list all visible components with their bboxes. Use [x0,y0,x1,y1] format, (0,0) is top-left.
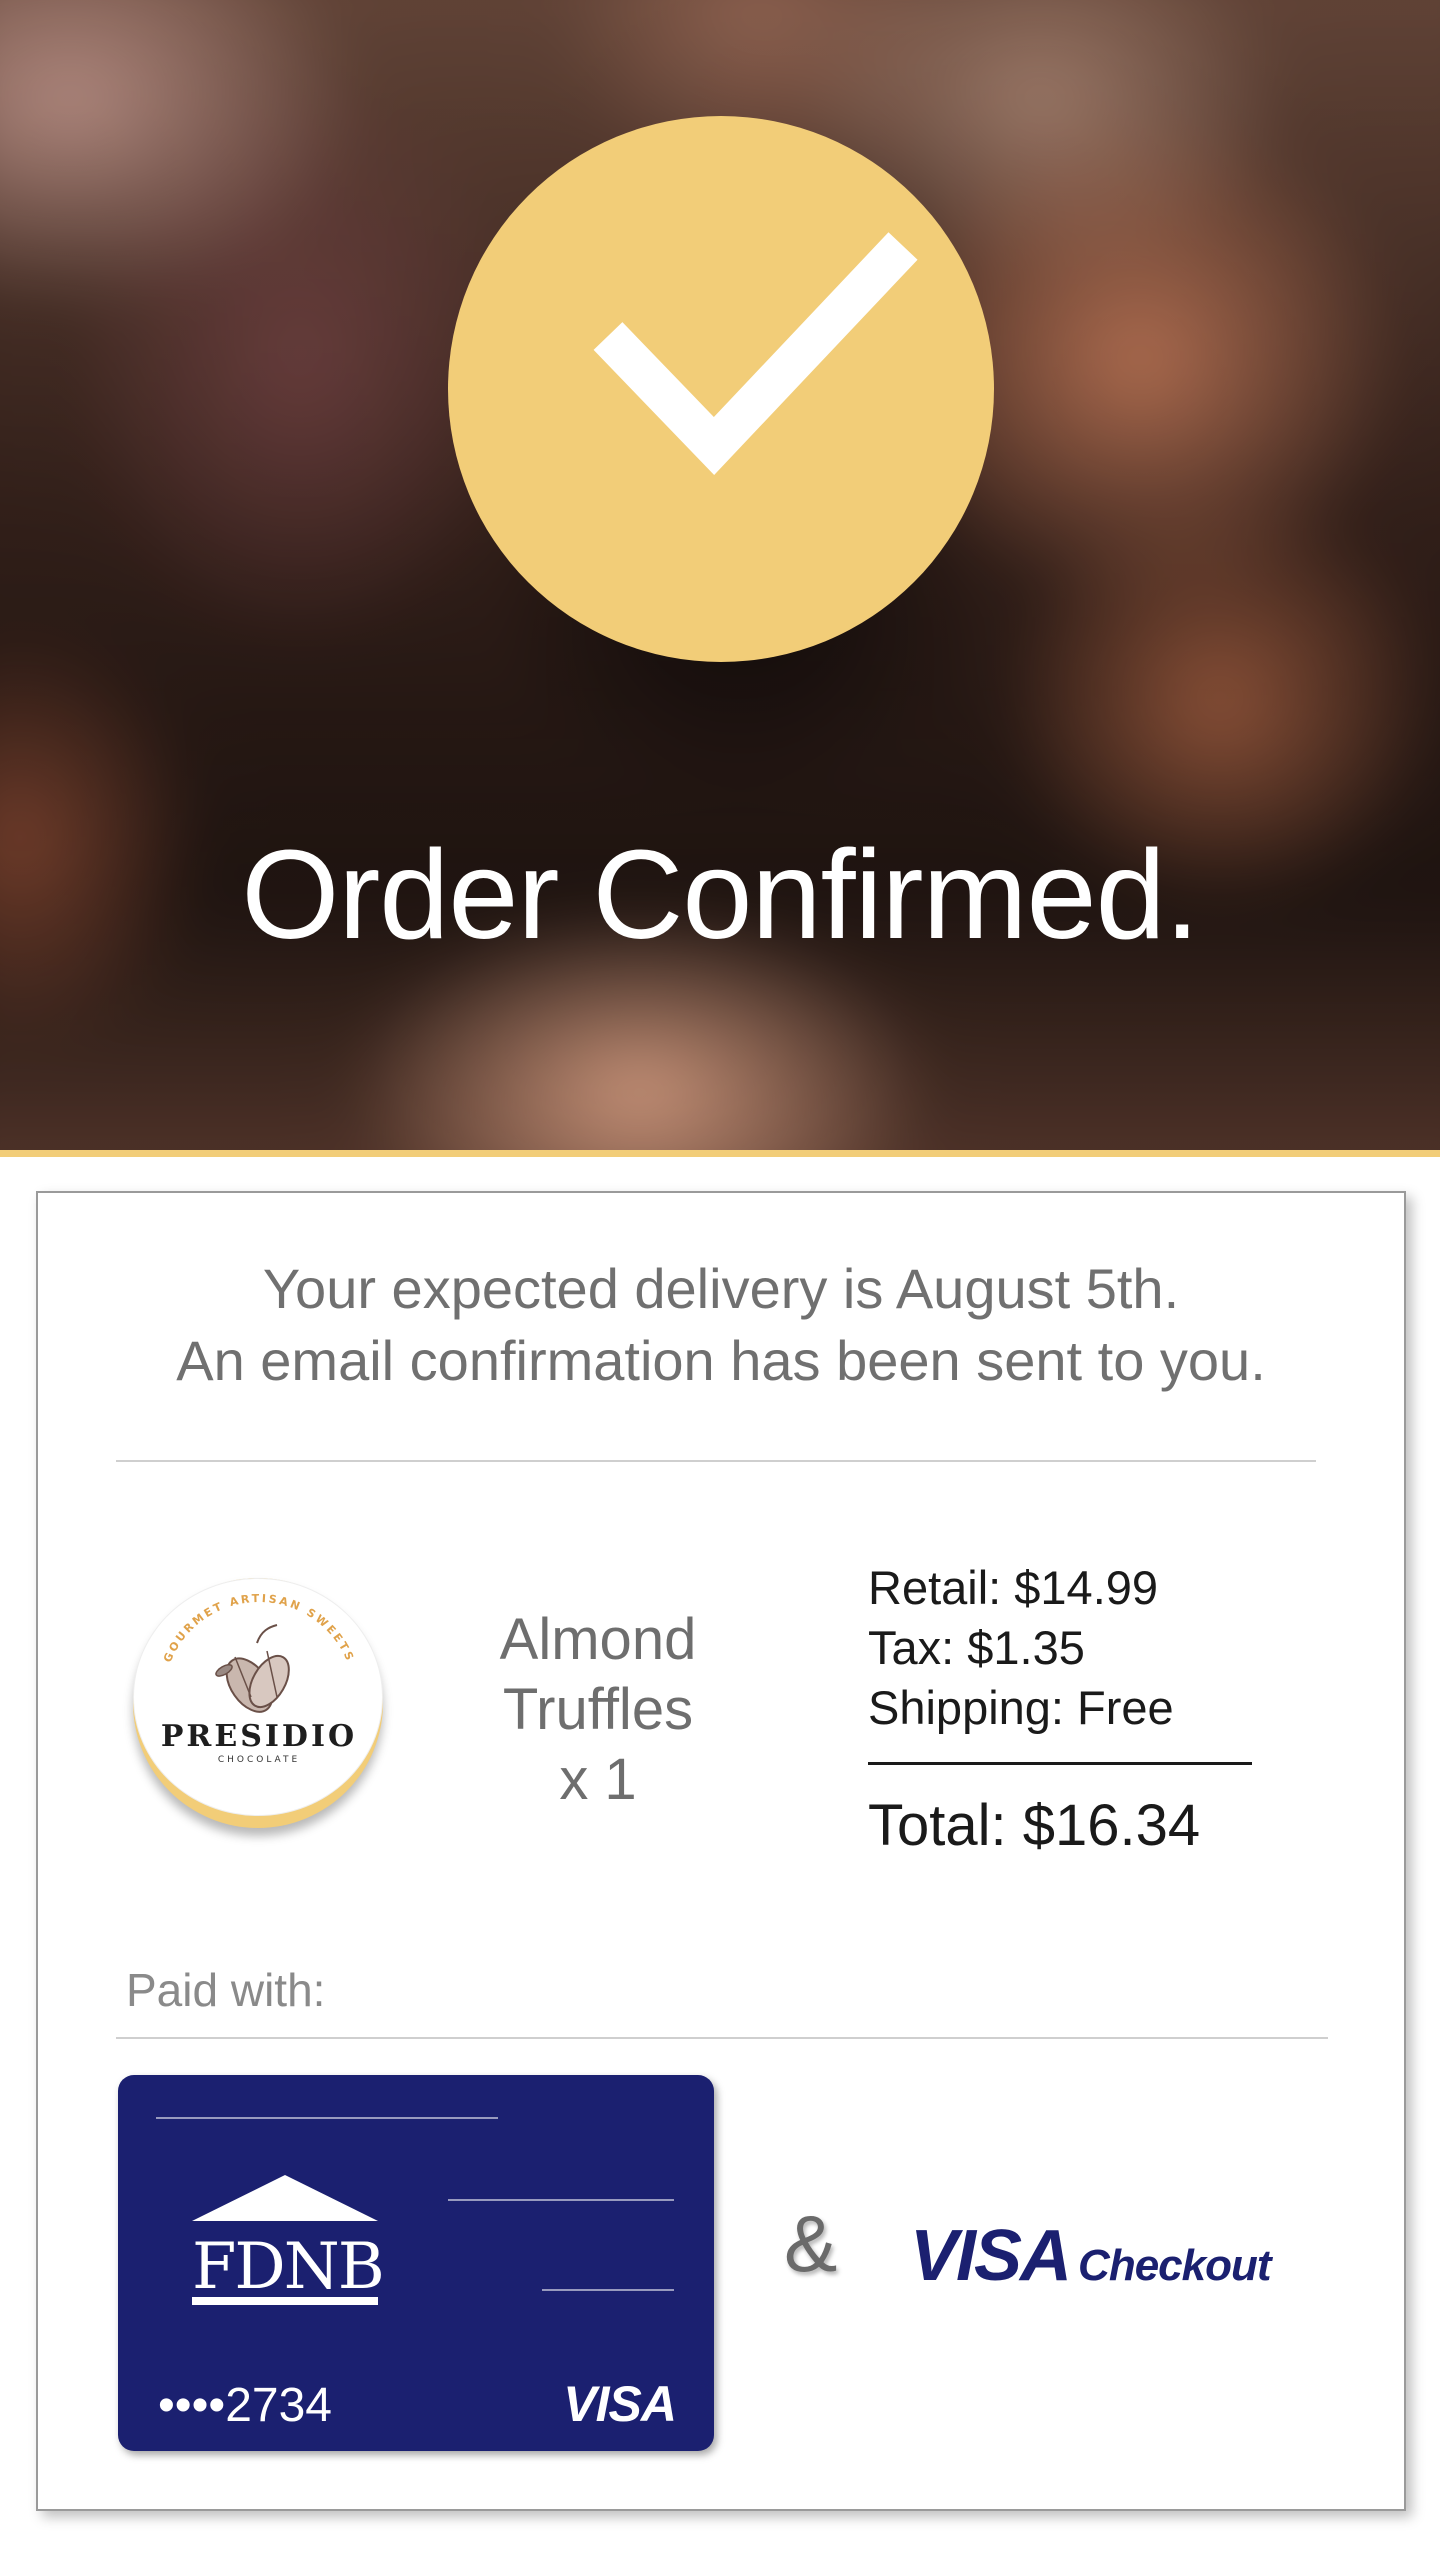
email-confirmation-text: An email confirmation has been sent to y… [176,1329,1266,1392]
cacao-pod-icon: GOURMET ARTISAN SWEETS [161,1592,357,1713]
order-total: Total: $16.34 [868,1793,1201,1858]
card-decor-line [542,2289,674,2291]
visa-wordmark: VISA [910,2216,1072,2296]
card-number: ••••2734 [158,2379,332,2432]
product-info: Almond Truffles x 1 [438,1605,758,1815]
delivery-message: Your expected delivery is August 5th. An… [38,1253,1404,1397]
svg-text:GOURMET ARTISAN SWEETS: GOURMET ARTISAN SWEETS [161,1592,357,1664]
total-divider [868,1762,1252,1765]
card-network-logo: VISA [563,2376,677,2432]
page-title: Order Confirmed. [241,824,1199,965]
merchant-logo-face: GOURMET ARTISAN SWEETS PRESIDIO CHOCOLAT… [133,1578,383,1816]
accent-divider [0,1150,1440,1157]
price-breakdown: Retail: $14.99 Tax: $1.35 Shipping: Free [868,1558,1174,1738]
card-decor-line [156,2117,498,2119]
retail-price: Retail: $14.99 [868,1561,1159,1614]
merchant-logo: GOURMET ARTISAN SWEETS PRESIDIO CHOCOLAT… [133,1578,383,1828]
product-quantity: x 1 [559,1747,637,1812]
checkout-wordmark: Checkout [1078,2241,1271,2290]
payment-card: FDNB ••••2734 VISA [118,2075,714,2451]
merchant-name: PRESIDIO [160,1719,358,1754]
success-badge [448,116,994,662]
section-divider [116,1460,1316,1462]
bank-name: FDNB [192,2230,385,2304]
product-name-line1: Almond [499,1607,697,1672]
product-name-line2: Truffles [502,1677,694,1742]
visa-checkout-logo: VISA Checkout [910,2215,1272,2297]
hero-banner: Order Confirmed. [0,0,1440,1150]
merchant-tagline: GOURMET ARTISAN SWEETS [161,1592,355,1664]
delivery-date-text: Your expected delivery is August 5th. [262,1257,1180,1320]
merchant-subname: CHOCOLATE [217,1755,301,1765]
card-decor-line [448,2199,674,2201]
tax-amount: Tax: $1.35 [868,1621,1085,1674]
checkmark-icon [593,232,918,475]
paid-with-label: Paid with: [126,1964,326,2016]
shipping-cost: Shipping: Free [868,1681,1174,1734]
ampersand-joiner: & [784,2199,838,2288]
order-receipt-card: Your expected delivery is August 5th. An… [36,1191,1406,2511]
section-divider [116,2037,1328,2039]
